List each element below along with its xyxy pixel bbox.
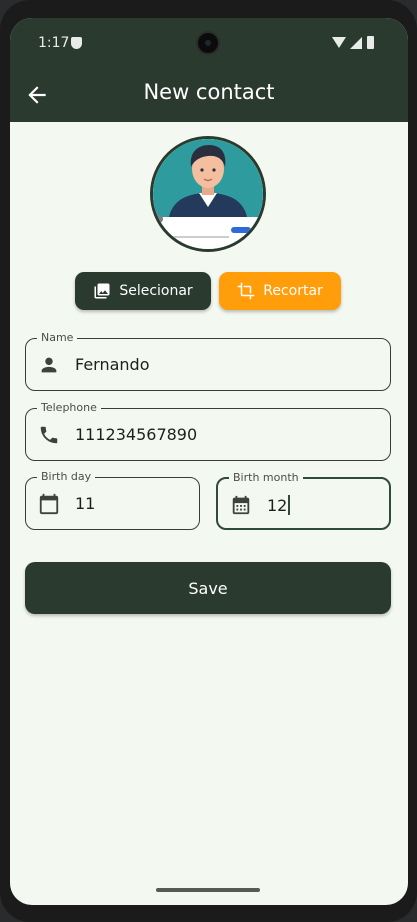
text-cursor xyxy=(288,495,291,515)
calendar-icon xyxy=(39,493,59,515)
calendar-month-icon xyxy=(232,495,250,515)
status-icons xyxy=(332,36,380,49)
select-button-label: Selecionar xyxy=(119,283,193,299)
crop-image-button[interactable]: Recortar xyxy=(219,272,341,310)
name-field-value: Fernando xyxy=(75,355,150,374)
birth-month-field[interactable]: Birth month 12 xyxy=(216,471,391,530)
front-camera xyxy=(196,31,220,55)
birth-day-field-label: Birth day xyxy=(37,470,96,484)
name-field[interactable]: Name Fernando xyxy=(25,331,391,391)
birth-month-field-label: Birth month xyxy=(229,471,303,485)
signal-icon xyxy=(350,37,362,49)
contact-avatar[interactable] xyxy=(150,136,266,252)
birth-month-text: 12 xyxy=(267,496,288,515)
birth-day-field-value: 11 xyxy=(75,494,96,513)
status-time: 1:17 xyxy=(38,35,70,51)
shield-icon xyxy=(71,37,82,49)
page-title: New contact xyxy=(143,80,275,104)
top-app-bar: 1:17 New contact xyxy=(10,18,408,122)
birth-day-field[interactable]: Birth day 11 xyxy=(25,470,200,530)
crop-icon xyxy=(237,282,255,300)
screen: 1:17 New contact Selecionar Recortar Nam… xyxy=(10,18,408,905)
phone-icon xyxy=(40,426,58,444)
telephone-field-value: 111234567890 xyxy=(75,425,198,444)
select-image-button[interactable]: Selecionar xyxy=(75,272,211,310)
save-button[interactable]: Save xyxy=(25,562,391,614)
birth-month-field-value: 12 xyxy=(267,495,291,515)
name-field-label: Name xyxy=(37,331,78,345)
home-indicator[interactable] xyxy=(156,888,260,892)
status-bar: 1:17 xyxy=(10,18,408,66)
device-frame: 1:17 New contact Selecionar Recortar Nam… xyxy=(0,0,417,922)
wifi-icon xyxy=(332,37,346,48)
person-icon xyxy=(41,357,57,373)
telephone-field[interactable]: Telephone 111234567890 xyxy=(25,401,391,461)
crop-button-label: Recortar xyxy=(263,283,323,299)
telephone-field-label: Telephone xyxy=(37,401,101,415)
photo-library-icon xyxy=(94,283,110,299)
avatar-illustration xyxy=(153,139,263,249)
battery-icon xyxy=(367,36,374,49)
